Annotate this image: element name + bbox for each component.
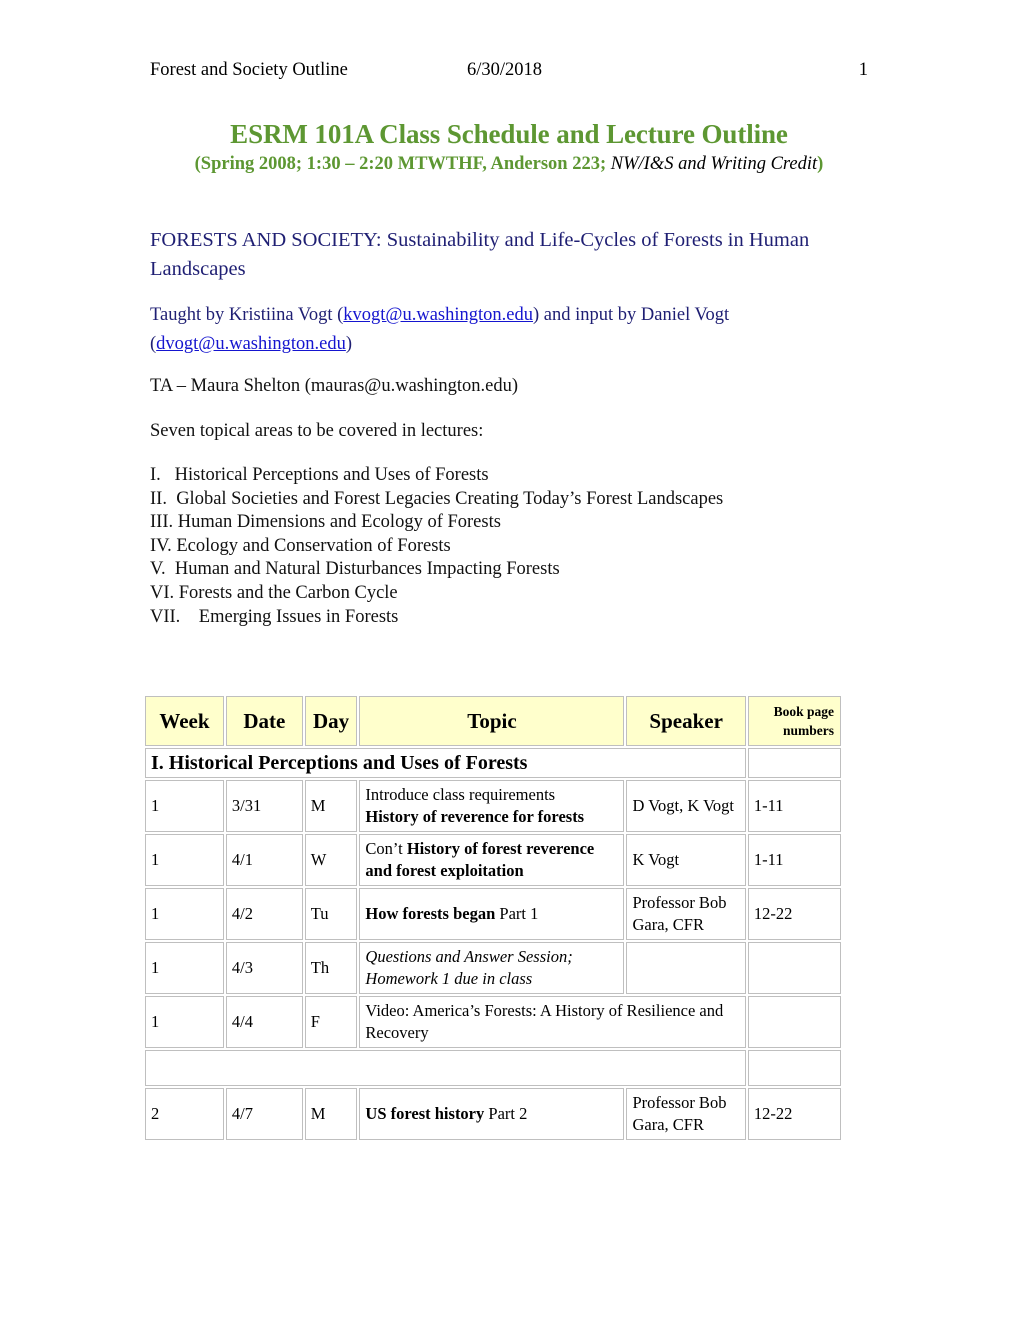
instructor-email-link-2[interactable]: dvogt@u.washington.edu	[156, 334, 346, 354]
table-row: 1 4/4 F Video: America’s Forests: A Hist…	[145, 996, 841, 1048]
column-header-day: Day	[304, 696, 358, 746]
column-header-speaker: Speaker	[626, 696, 746, 746]
table-row: 1 4/2 Tu How forests began Part 1 Profes…	[145, 888, 841, 940]
table-row: 2 4/7 M US forest history Part 2 Profess…	[145, 1088, 841, 1140]
subtitle-prefix: (Spring 2008; 1:30 – 2:20 MTWTHF, Anders…	[194, 154, 611, 174]
cell-date: 4/7	[225, 1088, 303, 1140]
instructor-email-link-1[interactable]: kvogt@u.washington.edu	[343, 305, 533, 325]
header-document-title: Forest and Society Outline	[150, 60, 348, 80]
topic-regular-text: Con’t	[365, 839, 407, 858]
section-title-row: I. Historical Perceptions and Uses of Fo…	[145, 748, 841, 778]
topical-areas-intro: Seven topical areas to be covered in lec…	[150, 421, 484, 441]
header-date: 6/30/2018	[467, 60, 543, 80]
instructors-paragraph: Taught by Kristiina Vogt (kvogt@u.washin…	[150, 301, 850, 359]
topic-regular-text: Introduce class requirements	[365, 785, 556, 804]
schedule-table-wrapper: Week Date Day Topic Speaker Book page nu…	[143, 694, 847, 1142]
column-header-book-pages: Book page numbers	[747, 696, 841, 746]
topic-bold-text: How forests began	[365, 904, 496, 923]
document-page: Forest and Society Outline 6/30/2018 1 E…	[0, 0, 1020, 1320]
header-page-number: 1	[858, 60, 868, 80]
cell-speaker: K Vogt	[626, 834, 746, 886]
cell-book-pages	[747, 996, 841, 1048]
cell-book-pages: 1-11	[747, 834, 841, 886]
section-title-cell: I. Historical Perceptions and Uses of Fo…	[145, 748, 746, 778]
cell-week: 1	[145, 834, 224, 886]
table-row: 1 3/31 M Introduce class requirements Hi…	[145, 780, 841, 832]
cell-speaker: Professor Bob Gara, CFR	[626, 888, 746, 940]
cell-week: 1	[145, 996, 224, 1048]
taught-prefix-text: Taught by Kristiina Vogt (	[150, 305, 344, 325]
topical-areas-list: I. Historical Perceptions and Uses of Fo…	[150, 464, 850, 629]
list-item: VII. Emerging Issues in Forests	[150, 606, 399, 627]
running-header: Forest and Society Outline 6/30/2018 1	[150, 58, 868, 82]
topic-bold-text: History of reverence for forests	[365, 807, 585, 826]
cell-book-pages: 12-22	[747, 888, 841, 940]
cell-speaker: D Vogt, K Vogt	[626, 780, 746, 832]
spacer-row	[145, 1050, 841, 1086]
list-item: IV. Ecology and Conservation of Forests	[150, 535, 451, 556]
cell-topic: How forests began Part 1	[359, 888, 625, 940]
cell-speaker: Professor Bob Gara, CFR	[626, 1088, 746, 1140]
cell-topic: Video: America’s Forests: A History of R…	[359, 996, 746, 1048]
page-title: ESRM 101A Class Schedule and Lecture Out…	[230, 119, 788, 149]
title-block: ESRM 101A Class Schedule and Lecture Out…	[150, 118, 868, 177]
page-subtitle: (Spring 2008; 1:30 – 2:20 MTWTHF, Anders…	[150, 152, 868, 177]
list-item: V. Human and Natural Disturbances Impact…	[150, 559, 560, 580]
list-item: VI. Forests and the Carbon Cycle	[150, 582, 398, 603]
schedule-table: Week Date Day Topic Speaker Book page nu…	[143, 694, 843, 1142]
cell-day: Tu	[304, 888, 358, 940]
section-title-pages-cell	[747, 748, 841, 778]
ta-paragraph: TA – Maura Shelton (mauras@u.washington.…	[150, 376, 519, 396]
table-row: 1 4/3 Th Questions and Answer Session; H…	[145, 942, 841, 994]
cell-week: 2	[145, 1088, 224, 1140]
cell-week: 1	[145, 780, 224, 832]
cell-date: 4/2	[225, 888, 303, 940]
cell-day: M	[304, 780, 358, 832]
cell-day: W	[304, 834, 358, 886]
cell-speaker	[626, 942, 746, 994]
cell-book-pages: 12-22	[747, 1088, 841, 1140]
table-row: 1 4/1 W Con’t History of forest reverenc…	[145, 834, 841, 886]
topic-bold-text: US forest history	[365, 1104, 485, 1123]
list-item: II. Global Societies and Forest Legacies…	[150, 488, 724, 509]
cell-day: F	[304, 996, 358, 1048]
cell-date: 4/1	[225, 834, 303, 886]
column-header-date: Date	[225, 696, 303, 746]
taught-suffix-text: )	[345, 334, 353, 354]
course-heading: FORESTS AND SOCIETY: Sustainability and …	[150, 229, 810, 280]
column-header-topic: Topic	[359, 696, 625, 746]
topic-regular-text: Part 1	[495, 904, 539, 923]
cell-date: 3/31	[225, 780, 303, 832]
subtitle-suffix: )	[817, 154, 824, 174]
table-header-row: Week Date Day Topic Speaker Book page nu…	[145, 696, 841, 746]
cell-topic: Introduce class requirements History of …	[359, 780, 625, 832]
cell-book-pages: 1-11	[747, 780, 841, 832]
cell-topic: Con’t History of forest reverence and fo…	[359, 834, 625, 886]
subtitle-italic: NW/I&S and Writing Credit	[610, 154, 818, 174]
cell-topic: Questions and Answer Session; Homework 1…	[359, 942, 625, 994]
spacer-cell	[145, 1050, 746, 1086]
cell-date: 4/3	[225, 942, 303, 994]
cell-week: 1	[145, 942, 224, 994]
cell-day: Th	[304, 942, 358, 994]
cell-book-pages	[747, 942, 841, 994]
cell-week: 1	[145, 888, 224, 940]
cell-date: 4/4	[225, 996, 303, 1048]
cell-topic: US forest history Part 2	[359, 1088, 625, 1140]
list-item: III. Human Dimensions and Ecology of For…	[150, 512, 501, 533]
column-header-week: Week	[145, 696, 224, 746]
topic-regular-text: Part 2	[484, 1104, 528, 1123]
list-item: I. Historical Perceptions and Uses of Fo…	[150, 465, 489, 485]
cell-day: M	[304, 1088, 358, 1140]
spacer-pages-cell	[747, 1050, 841, 1086]
